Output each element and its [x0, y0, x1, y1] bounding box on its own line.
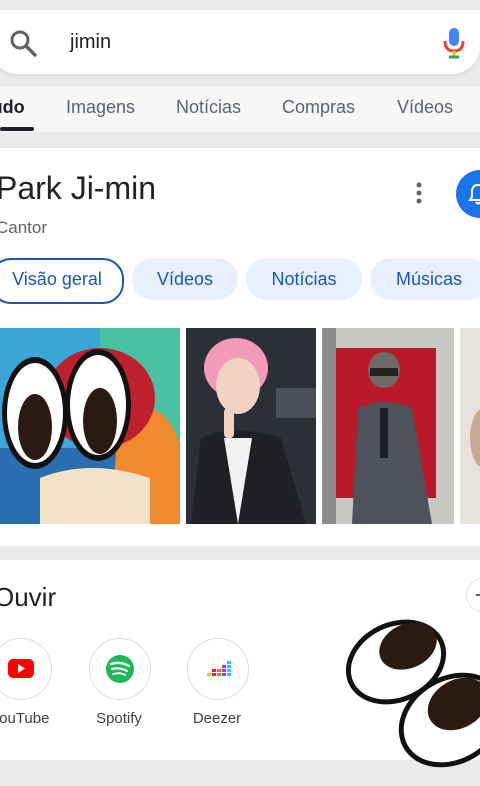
- deezer-icon: [207, 661, 231, 676]
- image-result-1[interactable]: [0, 328, 180, 524]
- image-result-2[interactable]: [186, 328, 316, 524]
- image-result-3[interactable]: [322, 328, 454, 524]
- more-options-icon[interactable]: [414, 180, 424, 206]
- listen-title: Ouvir: [0, 582, 57, 612]
- tab-tudo[interactable]: Tudo: [0, 97, 25, 118]
- chip-videos[interactable]: Vídeos: [132, 258, 238, 300]
- expand-button[interactable]: [466, 578, 480, 612]
- image-result-4[interactable]: [460, 328, 480, 524]
- follow-button[interactable]: [456, 170, 480, 218]
- app-deezer[interactable]: [187, 638, 249, 700]
- app-label-youtube: YouTube: [0, 710, 50, 727]
- tab-imagens[interactable]: Imagens: [66, 97, 135, 118]
- search-tabs: Tudo Imagens Notícias Compras Vídeos: [0, 86, 480, 132]
- youtube-icon: [8, 659, 34, 678]
- kp-subtitle: Cantor: [0, 218, 48, 237]
- bell-icon: [468, 183, 480, 205]
- search-bar[interactable]: jimin: [0, 10, 480, 74]
- app-youtube[interactable]: [0, 638, 52, 700]
- chip-musicas[interactable]: Músicas: [370, 258, 480, 300]
- tab-compras[interactable]: Compras: [282, 97, 355, 118]
- chevron-icon: [476, 594, 480, 596]
- knowledge-panel: Park Ji-min Cantor Visão geral Vídeos No…: [0, 148, 480, 546]
- microphone-icon[interactable]: [440, 26, 468, 60]
- search-input[interactable]: jimin: [70, 31, 111, 54]
- listen-section: Ouvir YouTube Spotify: [0, 560, 480, 760]
- active-tab-indicator: [0, 127, 34, 131]
- chip-noticias[interactable]: Notícias: [246, 258, 362, 300]
- app-spotify[interactable]: [89, 638, 151, 700]
- spotify-icon: [106, 655, 134, 683]
- app-label-deezer: Deezer: [192, 710, 242, 727]
- tab-noticias[interactable]: Notícias: [176, 97, 241, 118]
- page: jimin Tudo Imagens Notícias Compras Víde…: [0, 0, 480, 786]
- kp-title: Park Ji-min: [0, 170, 157, 206]
- app-label-spotify: Spotify: [96, 710, 142, 727]
- search-icon[interactable]: [8, 28, 38, 58]
- tab-videos[interactable]: Vídeos: [397, 97, 453, 118]
- chip-visao-geral[interactable]: Visão geral: [0, 258, 124, 304]
